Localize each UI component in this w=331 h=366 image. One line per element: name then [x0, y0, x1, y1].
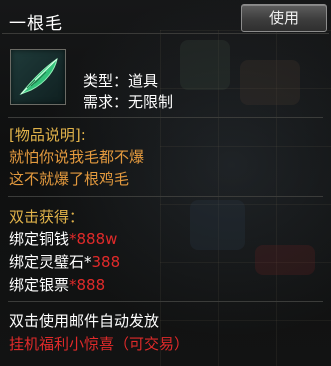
- type-label: 类型：: [83, 72, 129, 90]
- reward-row: 绑定铜钱*888w: [9, 228, 117, 249]
- footer-note: 双击使用邮件自动发放: [9, 312, 160, 330]
- reward-label: 绑定铜钱: [9, 230, 70, 248]
- divider: [8, 117, 323, 118]
- divider: [8, 301, 323, 302]
- background-item-silhouette: [190, 200, 245, 250]
- reward-label: 绑定灵璧石*: [9, 253, 92, 271]
- reward-header: 双击获得：: [9, 208, 85, 226]
- description-line: 就怕你说我毛都不爆: [9, 148, 145, 166]
- description-line: 这不就爆了根鸡毛: [9, 170, 130, 188]
- divider: [2, 33, 329, 34]
- green-feather-icon: [10, 49, 66, 105]
- reward-row: 绑定灵璧石*388: [9, 251, 120, 272]
- description-header: [物品说明]:: [9, 126, 86, 144]
- reward-amount: *888w: [69, 230, 118, 248]
- reward-amount: 388: [91, 253, 121, 271]
- reward-amount: *888: [69, 276, 106, 294]
- item-tooltip: 一根毛 使用 类型：道具 需求：无限制 [物品说明]: 就怕你说我毛都不爆 这不…: [0, 0, 331, 366]
- type-value: 道具: [128, 72, 159, 90]
- footer-highlight: 挂机福利小惊喜（可交易）: [9, 335, 190, 353]
- reward-label: 绑定银票: [9, 276, 70, 294]
- item-title: 一根毛: [9, 14, 63, 34]
- requirement-label: 需求：: [83, 93, 129, 111]
- background-item-silhouette: [255, 245, 315, 275]
- item-requirement-row: 需求：无限制: [83, 91, 173, 112]
- background-item-silhouette: [180, 40, 230, 90]
- requirement-value: 无限制: [128, 93, 174, 111]
- divider: [8, 196, 323, 197]
- reward-row: 绑定银票*888: [9, 274, 105, 295]
- background-item-silhouette: [240, 60, 300, 105]
- use-button[interactable]: 使用: [241, 4, 327, 32]
- item-type-row: 类型：道具: [83, 70, 158, 91]
